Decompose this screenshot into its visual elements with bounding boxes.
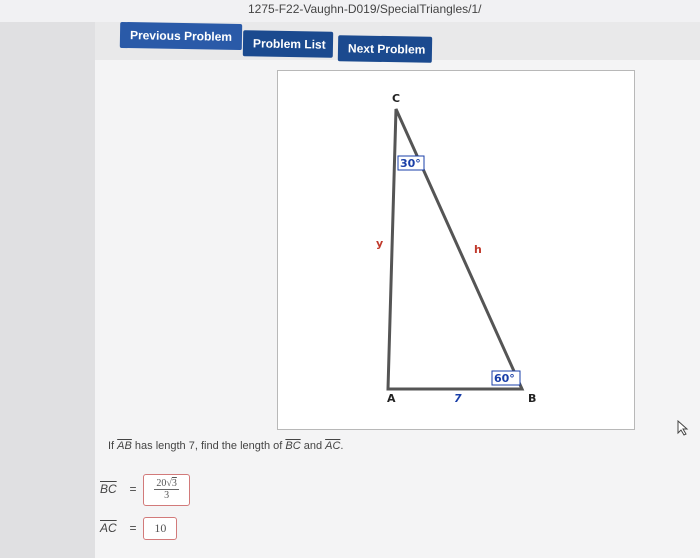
question-suffix: . <box>340 440 344 452</box>
problem-list-button[interactable]: Problem List <box>242 30 334 58</box>
bc-denominator: 3 <box>164 490 170 501</box>
segment-bc: BC <box>285 440 301 452</box>
triangle-figure: C A B 30° 60° y 7 h <box>277 70 635 430</box>
question-middle: has length 7, find the length of <box>131 440 286 452</box>
bc-fraction: 20√3 3 <box>154 478 179 501</box>
angle-c-label: 30° <box>400 157 421 170</box>
side-bc-label: h <box>474 243 482 256</box>
bc-numerator: 20√3 <box>154 478 179 490</box>
bc-label: BC <box>100 482 117 497</box>
left-sidebar <box>0 22 95 558</box>
answer-row-ac: AC = 10 <box>100 517 178 540</box>
address-bar[interactable]: 1275-F22-Vaughn-D019/SpecialTriangles/1/ <box>0 0 700 22</box>
side-ab-label: 7 <box>454 392 462 405</box>
answer-row-bc: BC = 20√3 3 <box>100 474 190 506</box>
angle-b-label: 60° <box>494 372 515 385</box>
side-ac-label: y <box>376 237 383 250</box>
url-text: 1275-F22-Vaughn-D019/SpecialTriangles/1/ <box>248 2 482 16</box>
question-text: If AB has length 7, find the length of B… <box>108 440 343 452</box>
previous-problem-button[interactable]: Previous Problem <box>119 21 243 51</box>
ac-answer-field[interactable]: 10 <box>143 517 178 540</box>
mouse-cursor-icon <box>677 420 689 436</box>
vertex-c-label: C <box>392 92 400 105</box>
question-and: and <box>300 440 326 452</box>
segment-ab: AB <box>117 440 132 452</box>
equals-sign: = <box>129 520 137 535</box>
vertex-a-label: A <box>387 392 396 405</box>
segment-ac: AC <box>325 440 341 452</box>
bc-num-coeff: 20 <box>156 478 167 489</box>
next-problem-button[interactable]: Next Problem <box>337 35 433 63</box>
equals-sign: = <box>129 482 137 497</box>
ac-label: AC <box>100 520 117 535</box>
vertex-b-label: B <box>528 392 536 405</box>
triangle-diagram: C A B 30° 60° y 7 h <box>376 92 536 405</box>
bc-num-radicand: 3 <box>171 478 177 489</box>
question-prefix: If <box>108 440 118 452</box>
bc-answer-field[interactable]: 20√3 3 <box>143 474 190 506</box>
triangle-shape <box>386 108 525 391</box>
